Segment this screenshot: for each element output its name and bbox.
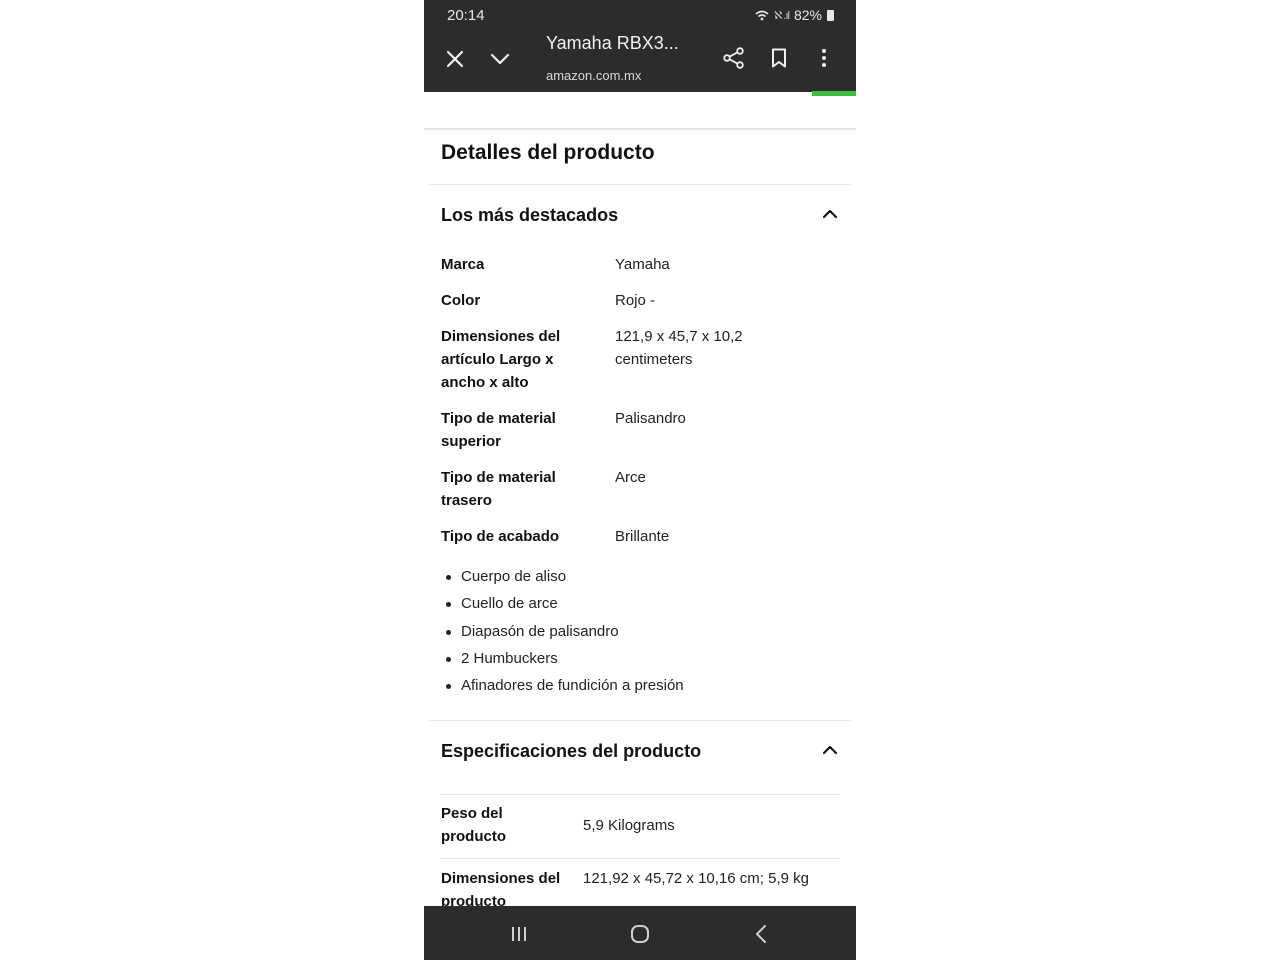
divider (428, 184, 852, 185)
close-icon[interactable] (444, 48, 466, 70)
table-divider (441, 794, 840, 795)
feature-bullet-list: Cuerpo de aliso Cuello de arce Diapasón … (444, 565, 684, 701)
highlights-heading[interactable]: Los más destacados (441, 205, 618, 226)
list-item: 2 Humbuckers (444, 647, 684, 674)
section-title-product-details: Detalles del producto (441, 141, 655, 164)
browser-toolbar: 20:14 ℵ .ıl 82% Yamaha RBX3... amazon.co… (424, 0, 856, 92)
list-item: Cuello de arce (444, 592, 684, 619)
spec-value-back-material: Arce (615, 469, 646, 486)
spec-label-finish: Tipo de acabado (441, 528, 560, 545)
spec-label-color: Color (441, 292, 481, 309)
signal-icon: ℵ .ıl (774, 9, 790, 22)
spec-value-brand: Yamaha (615, 256, 670, 273)
spec-value-top-material: Palisandro (615, 410, 686, 427)
back-icon[interactable] (748, 921, 774, 947)
chevron-down-icon[interactable] (488, 48, 512, 70)
table-divider (441, 858, 840, 859)
list-item: Diapasón de palisandro (444, 620, 684, 647)
page-url[interactable]: amazon.com.mx (546, 68, 641, 83)
table-value-dimensions: 121,92 x 45,72 x 10,16 cm; 5,9 kg (583, 870, 809, 887)
system-nav-bar (424, 906, 856, 960)
chevron-up-icon[interactable] (820, 740, 840, 760)
wifi-icon (755, 10, 769, 20)
list-item: Afinadores de fundición a presión (444, 674, 684, 701)
list-item: Cuerpo de aliso (444, 565, 684, 592)
spec-label-back-material: Tipo de material trasero (441, 469, 556, 509)
divider (428, 720, 852, 721)
specs-heading[interactable]: Especificaciones del producto (441, 741, 701, 762)
spec-value-color: Rojo - (615, 292, 656, 309)
home-icon[interactable] (627, 921, 653, 947)
spec-label-dimensions: Dimensiones del artículo Largo x ancho x… (441, 328, 561, 391)
spec-value-dimensions: 121,9 x 45,7 x 10,2 centimeters (615, 328, 743, 368)
table-value-weight: 5,9 Kilograms (583, 817, 675, 834)
status-time: 20:14 (447, 7, 485, 24)
recent-apps-icon[interactable] (506, 921, 532, 947)
more-vert-icon[interactable] (814, 46, 834, 70)
spec-label-top-material: Tipo de material superior (441, 410, 556, 450)
table-label-weight: Peso del producto (441, 805, 506, 845)
page-title[interactable]: Yamaha RBX3... (546, 33, 679, 54)
battery-icon (827, 9, 834, 21)
chevron-up-icon[interactable] (820, 204, 840, 224)
share-icon[interactable] (722, 46, 746, 70)
divider (424, 128, 856, 130)
spec-value-finish: Brillante (615, 528, 670, 545)
battery-percent: 82% (793, 7, 822, 23)
status-indicators: ℵ .ıl 82% (755, 7, 834, 23)
phone-screen: 20:14 ℵ .ıl 82% Yamaha RBX3... amazon.co… (424, 0, 856, 960)
spec-label-brand: Marca (441, 256, 485, 273)
bookmark-icon[interactable] (768, 46, 790, 70)
page-load-progress (812, 91, 856, 96)
